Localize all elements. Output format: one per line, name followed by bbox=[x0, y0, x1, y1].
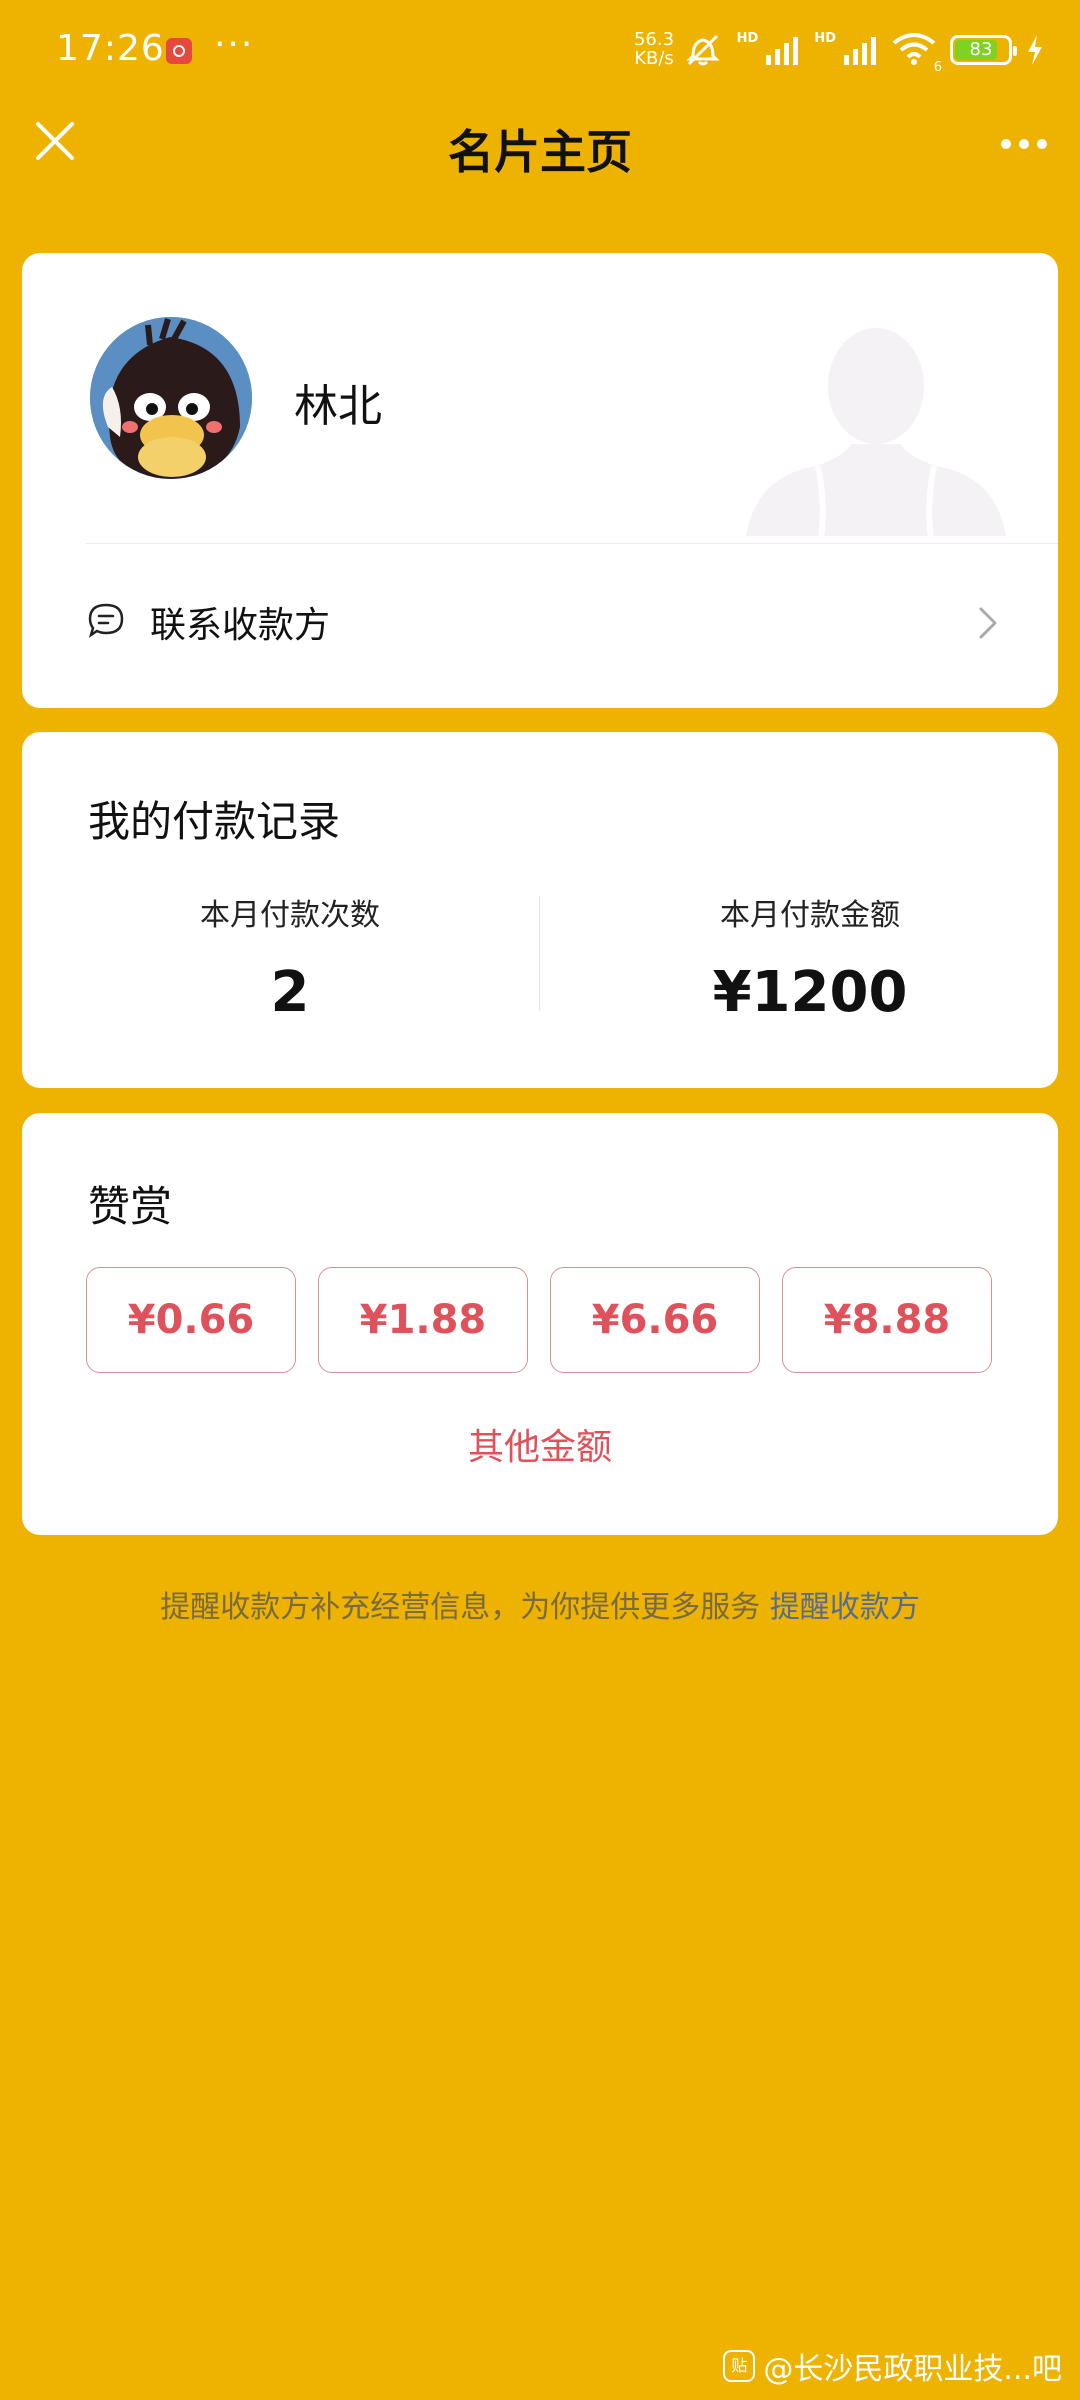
watermark: 贴 @长沙民政职业技...吧 bbox=[723, 2344, 1062, 2388]
chat-bubble-icon bbox=[88, 603, 124, 638]
network-speed: 56.3 KB/s bbox=[632, 30, 676, 68]
payment-records-card: 我的付款记录 本月付款次数 2 本月付款金额 ¥1200 bbox=[22, 732, 1058, 1088]
footer-hint: 提醒收款方补充经营信息，为你提供更多服务 提醒收款方 bbox=[0, 1582, 1080, 1626]
stat-value: ¥1200 bbox=[712, 960, 908, 1025]
duck-avatar-icon bbox=[90, 317, 252, 479]
chevron-right-icon bbox=[979, 607, 997, 639]
reward-amount-button[interactable]: ¥6.66 bbox=[550, 1267, 760, 1373]
battery-cap bbox=[1013, 46, 1017, 56]
reward-amount-button[interactable]: ¥8.88 bbox=[782, 1267, 992, 1373]
remind-payee-link[interactable]: 提醒收款方 bbox=[770, 1590, 920, 1625]
hd-label-1: HD bbox=[736, 30, 759, 46]
other-amount-link[interactable]: 其他金额 bbox=[22, 1418, 1058, 1470]
page-title: 名片主页 bbox=[448, 125, 632, 179]
profile-name: 林北 bbox=[294, 381, 382, 432]
mute-alarm-icon bbox=[686, 34, 720, 66]
more-notifications-icon: ··· bbox=[214, 24, 255, 65]
avatar[interactable] bbox=[90, 317, 252, 479]
app-notification-icon bbox=[166, 38, 192, 64]
stat-label: 本月付款金额 bbox=[720, 898, 900, 933]
person-silhouette-icon bbox=[746, 328, 1006, 536]
status-bar: 17:26 ··· 56.3 KB/s HD HD 6 83 bbox=[0, 0, 1080, 100]
contact-payee-row[interactable]: 联系收款方 bbox=[22, 544, 1058, 708]
stat-value: 2 bbox=[270, 960, 310, 1025]
reward-amount-button[interactable]: ¥0.66 bbox=[86, 1267, 296, 1373]
reward-title: 赞赏 bbox=[88, 1182, 173, 1231]
more-options-icon[interactable] bbox=[996, 124, 1052, 164]
status-time: 17:26 bbox=[56, 28, 165, 69]
contact-payee-label: 联系收款方 bbox=[150, 605, 331, 646]
stat-label: 本月付款次数 bbox=[200, 898, 380, 933]
profile-card: 林北 联系收款方 bbox=[22, 253, 1058, 708]
stat-separator bbox=[539, 896, 540, 1010]
status-icons: HD HD 6 83 bbox=[683, 28, 1044, 75]
tieba-logo-icon: 贴 bbox=[723, 2350, 756, 2382]
monthly-payment-count: 本月付款次数 2 bbox=[40, 890, 540, 1025]
reward-amount-button[interactable]: ¥1.88 bbox=[318, 1267, 528, 1373]
battery-percent: 83 bbox=[969, 39, 993, 60]
payment-records-title: 我的付款记录 bbox=[88, 797, 341, 846]
battery-icon: 83 bbox=[950, 35, 1017, 65]
watermark-text: @长沙民政职业技...吧 bbox=[763, 2352, 1062, 2387]
wifi-icon bbox=[892, 33, 936, 65]
reward-card: 赞赏 ¥0.66 ¥1.88 ¥6.66 ¥8.88 其他金额 bbox=[22, 1113, 1058, 1535]
hd-label-2: HD bbox=[814, 30, 836, 46]
monthly-payment-amount: 本月付款金额 ¥1200 bbox=[560, 890, 1060, 1025]
network-speed-unit: KB/s bbox=[634, 48, 674, 69]
charging-icon bbox=[1028, 35, 1042, 65]
footer-hint-text: 提醒收款方补充经营信息，为你提供更多服务 bbox=[160, 1590, 761, 1625]
wifi-label: 6 bbox=[933, 60, 942, 75]
signal-icon-1 bbox=[766, 37, 799, 65]
signal-icon-2 bbox=[844, 37, 876, 65]
network-speed-value: 56.3 bbox=[633, 29, 675, 50]
wifi-indicator: 6 bbox=[892, 31, 942, 75]
